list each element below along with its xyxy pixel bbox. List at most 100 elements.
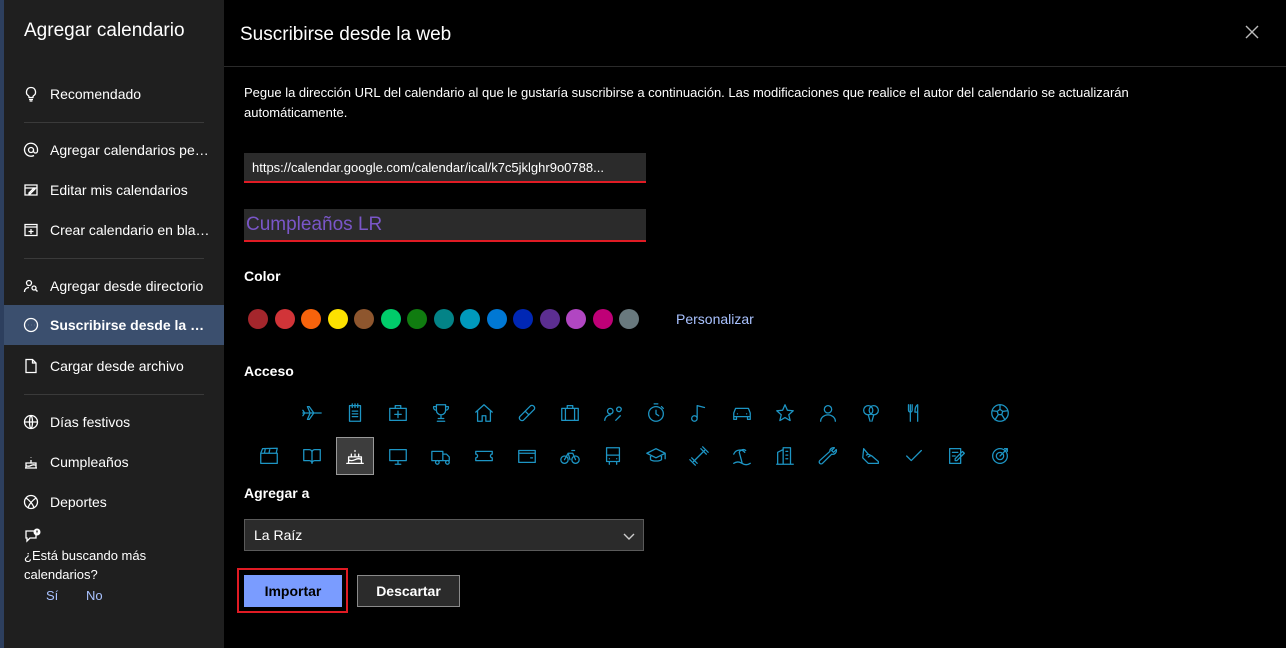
color-label: Color — [244, 268, 281, 284]
sidebar: Agregar calendario Recomendado Agregar c… — [4, 0, 224, 648]
color-swatch[interactable] — [460, 309, 480, 329]
target-icon[interactable] — [981, 437, 1019, 475]
wrench-icon[interactable] — [809, 437, 847, 475]
first-aid-icon[interactable] — [379, 394, 417, 432]
main-panel: Suscribirse desde la web Pegue la direcc… — [224, 0, 1286, 648]
cake-icon[interactable] — [336, 437, 374, 475]
beach-icon[interactable] — [723, 437, 761, 475]
url-input[interactable] — [244, 153, 646, 183]
book-icon[interactable] — [293, 437, 331, 475]
color-swatch[interactable] — [327, 309, 348, 329]
music-note-icon[interactable] — [680, 394, 718, 432]
sidebar-item-sports[interactable]: Deportes — [4, 482, 224, 522]
color-swatch[interactable] — [354, 309, 374, 329]
dumbbell-icon[interactable] — [680, 437, 718, 475]
people-search-icon — [22, 277, 40, 295]
graduation-cap-icon[interactable] — [637, 437, 675, 475]
sidebar-item-label: Recomendado — [50, 86, 142, 102]
panel-header: Suscribirse desde la web — [224, 0, 1286, 67]
add-to-label: Agregar a — [244, 485, 310, 501]
sidebar-item-label: Días festivos — [50, 414, 131, 430]
discard-button[interactable]: Descartar — [357, 575, 460, 607]
color-swatch[interactable] — [248, 309, 268, 329]
ellipsis-circle-icon — [22, 316, 40, 334]
color-palette — [248, 309, 646, 329]
color-swatch[interactable] — [274, 309, 295, 329]
add-to-value: La Raíz — [254, 527, 303, 543]
clapperboard-icon[interactable] — [250, 437, 288, 475]
people-icon[interactable] — [594, 394, 632, 432]
building-icon[interactable] — [766, 437, 804, 475]
sidebar-item-personal[interactable]: Agregar calendarios personales — [4, 130, 224, 170]
add-calendar-dialog: Agregar calendario Recomendado Agregar c… — [0, 0, 1286, 648]
color-swatch[interactable] — [592, 309, 613, 329]
import-button[interactable]: Importar — [244, 575, 342, 607]
access-label: Acceso — [244, 363, 294, 379]
bicycle-icon[interactable] — [551, 437, 589, 475]
color-swatch[interactable] — [301, 309, 321, 329]
color-swatch[interactable] — [380, 309, 401, 329]
help-no-link[interactable]: No — [86, 586, 103, 605]
wallet-icon[interactable] — [508, 437, 546, 475]
person-icon[interactable] — [809, 394, 847, 432]
monitor-icon[interactable] — [379, 437, 417, 475]
calendar-add-icon — [22, 221, 40, 239]
help-yes-link[interactable]: Sí — [46, 586, 58, 605]
add-to-dropdown[interactable]: La Raíz — [244, 519, 644, 551]
bus-icon[interactable] — [594, 437, 632, 475]
page-title: Suscribirse desde la web — [240, 24, 452, 45]
sidebar-item-label: Suscribirse desde la web — [50, 317, 210, 333]
lightbulb-icon — [22, 85, 40, 103]
color-swatch[interactable] — [619, 309, 639, 329]
sidebar-item-recommended[interactable]: Recomendado — [4, 74, 224, 114]
sidebar-item-edit[interactable]: Editar mis calendarios — [4, 170, 224, 210]
blank-charm[interactable] — [938, 394, 976, 432]
soccer-ball-icon[interactable] — [981, 394, 1019, 432]
blank-charm[interactable] — [250, 394, 288, 432]
sidebar-item-birthdays[interactable]: Cumpleaños — [4, 442, 224, 482]
divider — [24, 258, 204, 259]
sidebar-title: Agregar calendario — [24, 20, 185, 41]
home-icon[interactable] — [465, 394, 503, 432]
car-icon[interactable] — [723, 394, 761, 432]
color-swatch[interactable] — [433, 309, 454, 329]
close-icon[interactable] — [1244, 24, 1260, 40]
calendar-name-input[interactable] — [244, 209, 646, 242]
sneaker-icon[interactable] — [852, 437, 890, 475]
divider — [24, 122, 204, 123]
charm-icon-row — [250, 437, 1024, 475]
sidebar-item-create-blank[interactable]: Crear calendario en blanco — [4, 210, 224, 250]
fork-knife-icon[interactable] — [895, 394, 933, 432]
customize-color-link[interactable]: Personalizar — [676, 311, 754, 327]
sidebar-item-label: Cargar desde archivo — [50, 358, 184, 374]
bandage-icon[interactable] — [508, 394, 546, 432]
truck-icon[interactable] — [422, 437, 460, 475]
color-swatch[interactable] — [566, 309, 586, 329]
task-list-icon[interactable] — [938, 437, 976, 475]
airplane-icon[interactable] — [293, 394, 331, 432]
at-icon — [22, 141, 40, 159]
globe-icon — [22, 413, 40, 431]
color-swatch[interactable] — [407, 309, 427, 329]
edit-icon — [22, 181, 40, 199]
checkmark-icon[interactable] — [895, 437, 933, 475]
ball-icon — [22, 493, 40, 511]
balloons-icon[interactable] — [852, 394, 890, 432]
sidebar-item-holidays[interactable]: Días festivos — [4, 402, 224, 442]
sidebar-item-upload-file[interactable]: Cargar desde archivo — [4, 346, 224, 386]
trophy-icon[interactable] — [422, 394, 460, 432]
help-prompt: ¿Está buscando más calendarios? Sí No — [24, 528, 214, 603]
notepad-icon[interactable] — [336, 394, 374, 432]
sidebar-item-subscribe-web[interactable]: Suscribirse desde la web — [4, 305, 224, 345]
help-question: ¿Está buscando más calendarios? — [24, 548, 147, 582]
color-swatch[interactable] — [539, 309, 560, 329]
color-swatch[interactable] — [513, 309, 533, 329]
stopwatch-icon[interactable] — [637, 394, 675, 432]
color-swatch[interactable] — [486, 309, 507, 329]
sidebar-item-label: Cumpleaños — [50, 454, 129, 470]
star-icon[interactable] — [766, 394, 804, 432]
ticket-icon[interactable] — [465, 437, 503, 475]
briefcase-icon[interactable] — [551, 394, 589, 432]
sidebar-item-label: Deportes — [50, 494, 107, 510]
sidebar-item-directory[interactable]: Agregar desde directorio — [4, 266, 224, 306]
